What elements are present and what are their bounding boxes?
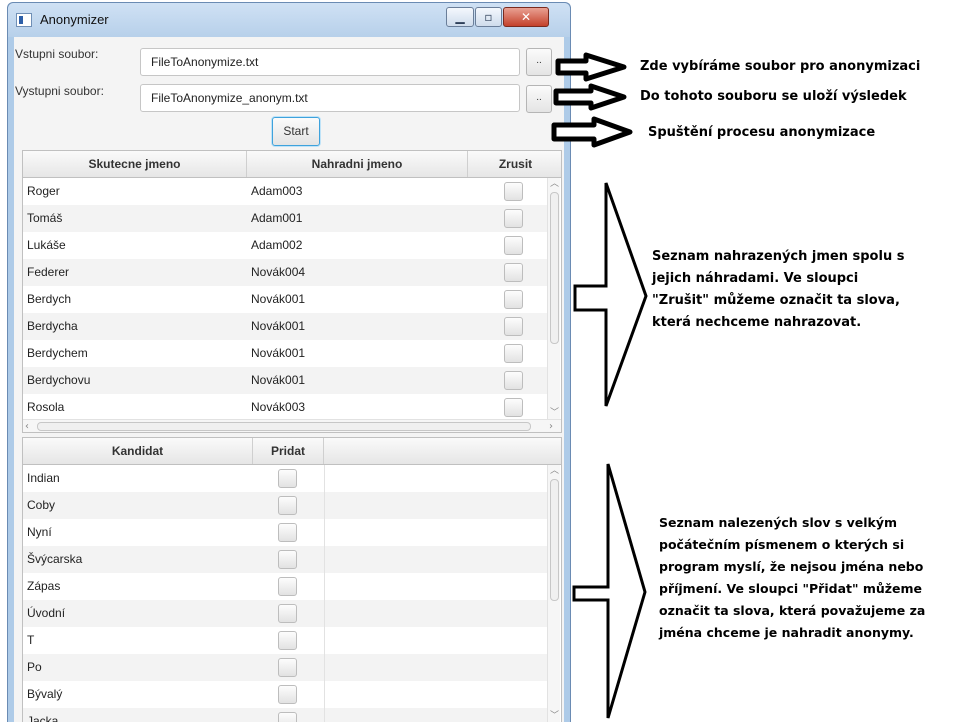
annotation-output-file: Do tohoto souboru se uloží výsledek (640, 89, 907, 104)
annotation-candidates-list: Seznam nalezených slov s velkým počátečn… (659, 512, 925, 644)
annotation-names-list: Seznam nahrazených jmen spolu s jejich n… (652, 246, 904, 334)
annotation-line: označit ta slova, která považujeme za (659, 603, 926, 618)
annotation-line: Seznam nahrazených jmen spolu s (652, 249, 905, 264)
screenshot: Anonymizer ▁ ▫ ✕ Vstupni soubor: FileToA… (0, 0, 979, 722)
annotation-line: jejich náhradami. Ve sloupci (652, 271, 859, 286)
arrow-start-process (551, 116, 633, 148)
annotation-choose-file: Zde vybíráme soubor pro anonymizaci (640, 59, 921, 74)
annotation-line: program myslí, že nejsou jména nebo (659, 559, 924, 574)
arrow-names-list (573, 182, 648, 407)
annotation-line: příjmení. Ve sloupci "Přidat" můžeme (659, 581, 923, 596)
arrow-candidates-list (572, 463, 647, 719)
arrow-output-file (553, 83, 627, 111)
arrow-choose-file (555, 52, 627, 82)
annotation-start-process: Spuštění procesu anonymizace (648, 125, 876, 140)
annotation-line: Seznam nalezených slov s velkým (659, 515, 898, 530)
annotation-line: jména chceme je nahradit anonymy. (659, 625, 914, 640)
annotation-line: počátečním písmenem o kterých si (659, 537, 905, 552)
annotation-line: "Zrušit" můžeme označit ta slova, (652, 293, 900, 308)
annotation-line: která nechceme nahrazovat. (652, 315, 862, 330)
